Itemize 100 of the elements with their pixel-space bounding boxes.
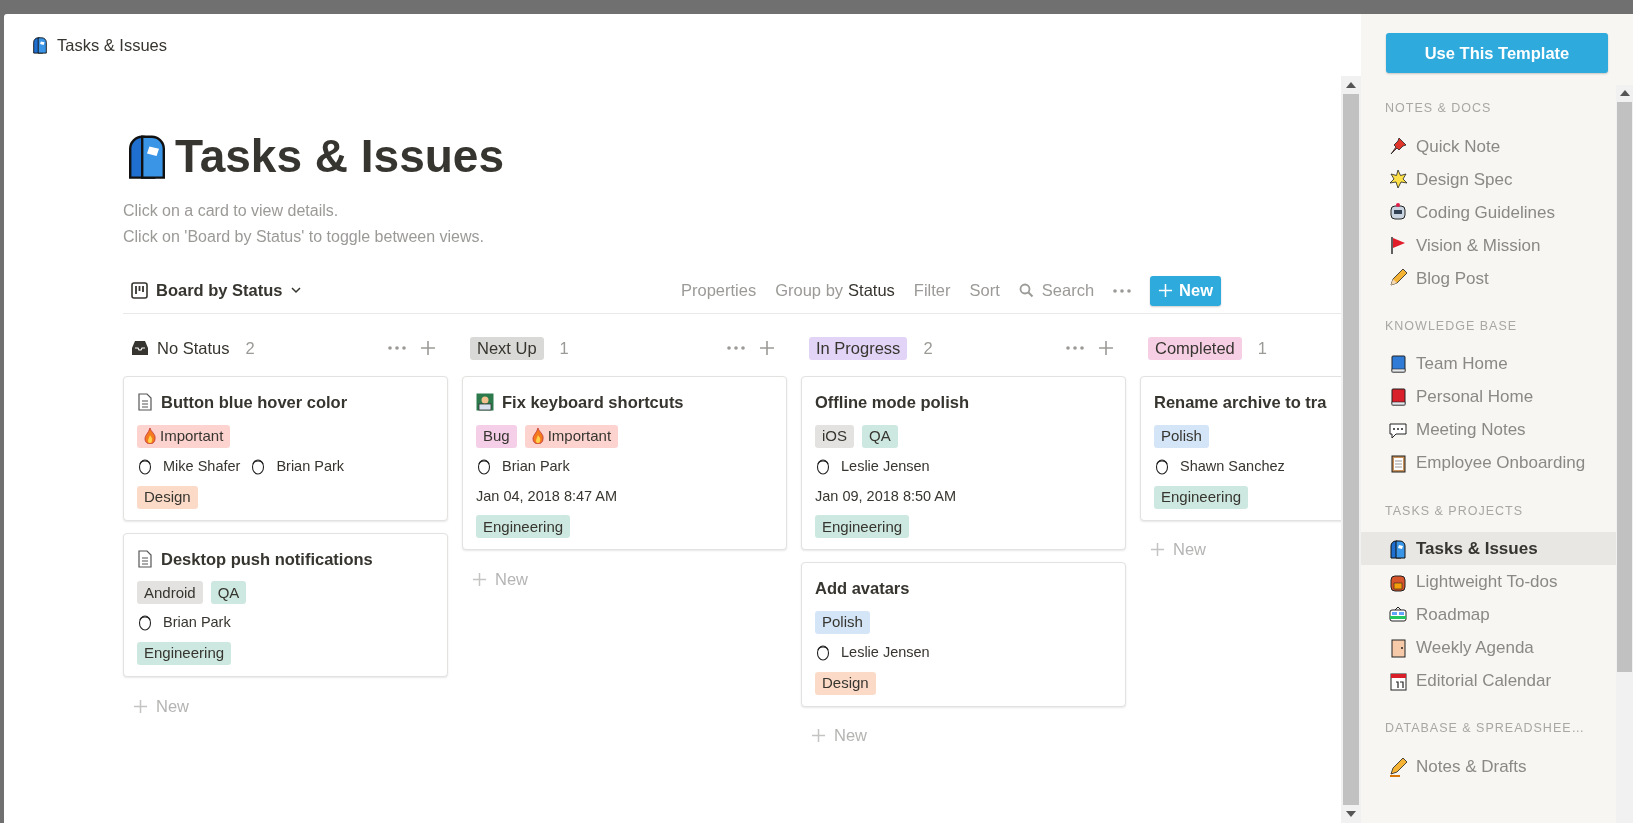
person-at-computer-icon [476,393,494,412]
new-card-button[interactable]: New [123,691,189,721]
page-title: Tasks & Issues [175,133,504,179]
new-card-button[interactable]: New [801,720,867,751]
card-title: Fix keyboard shortcuts [502,392,684,413]
sort-button[interactable]: Sort [969,278,1000,303]
avatar-icon [250,457,267,476]
sidebar-item[interactable]: Blog Post [1361,261,1616,295]
sidebar-item-label: Personal Home [1416,386,1534,409]
document-icon [137,393,153,412]
card-title: Offline mode polish [815,392,969,413]
new-card-button[interactable]: New [462,564,528,595]
sidebar-item-label: Quick Note [1416,135,1501,158]
sidebar-item[interactable]: Meeting Notes [1361,413,1616,447]
plus-icon[interactable] [472,571,487,587]
avatar-icon [815,643,831,662]
calendar-icon [1388,670,1408,691]
more-icon[interactable] [727,346,745,350]
new-button[interactable]: New [1150,275,1221,306]
view-switcher[interactable]: Board by Status [123,278,301,303]
section-heading: KNOWLEDGE BASE [1384,317,1519,335]
sidebar-item[interactable]: Employee Onboarding [1361,446,1616,480]
plus-icon[interactable] [1150,542,1165,557]
tag-label: Important [547,426,612,446]
plus-icon[interactable] [420,340,436,356]
more-icon[interactable] [388,346,406,350]
sidebar-item-label: Employee Onboarding [1416,452,1586,475]
filter-button[interactable]: Filter [913,278,951,303]
person-name: Shawn Sanchez [1180,456,1285,476]
card[interactable]: Offline mode polish iOS QA Leslie Jensen Jan 09, 2018 8:50 AM Engineering [801,376,1126,551]
sidebar-item[interactable]: Vision & Mission [1361,228,1616,262]
sidebar-item-label: Design Spec [1416,168,1513,191]
tag-label: Design [144,486,191,507]
speech-bubble-icon [1388,420,1408,440]
section-heading: NOTES & DOCS [1384,100,1493,117]
tag-label: Bug [483,426,510,446]
sidebar-item-label: Editorial Calendar [1416,670,1552,692]
column-count: 2 [245,337,255,359]
group-by-value: Status [848,280,895,302]
more-icon[interactable] [1066,346,1084,350]
tag-label: Engineering [483,516,564,537]
properties-button[interactable]: Properties [681,278,757,303]
sidebar-item-label: Lightweight To-dos [1416,571,1558,593]
sidebar-item[interactable]: Team Home [1361,347,1616,381]
card-title: Add avatars [815,578,910,600]
person-name: Brian Park [502,456,570,476]
new-card-button[interactable]: New [1140,534,1206,565]
scroll-up-icon[interactable] [1619,90,1630,96]
fire-icon [144,428,156,445]
sidebar-item[interactable]: Design Spec [1361,162,1616,196]
document-icon [137,549,153,568]
section-heading: DATABASE & SPREADSHEE… [1384,720,1587,738]
avatar-icon [137,457,153,476]
column-count: 1 [1257,337,1267,359]
plus-icon[interactable] [811,728,826,744]
sidebar-item-label: Coding Guidelines [1416,201,1555,224]
search-icon [1018,283,1034,298]
clipboard-icon [1388,453,1408,473]
card[interactable]: Rename archive to tra Polish Shawn Sanchez Engineering [1140,376,1341,521]
person-name: Brian Park [276,456,345,476]
tag-label: Engineering [1161,486,1242,507]
sidebar-item-label: Blog Post [1416,267,1489,290]
date-text: Jan 04, 2018 8:47 AM [476,486,619,506]
sidebar-item[interactable]: Quick Note [1361,129,1616,163]
status-label: In Progress [809,336,908,360]
sidebar-item-label: Notes & Drafts [1416,755,1527,778]
sidebar-item[interactable]: Personal Home [1361,380,1616,414]
sidebar-item-label: Vision & Mission [1416,234,1541,257]
search-button[interactable]: Search [1018,278,1095,303]
scrollbar[interactable] [1341,76,1361,823]
sidebar-item[interactable]: Editorial Calendar [1361,664,1616,698]
more-icon[interactable] [1113,288,1132,293]
column-count: 1 [559,337,569,359]
sidebar-item[interactable]: Weekly Agenda [1361,631,1616,665]
card[interactable]: Desktop push notifications Android QA Brian Park Engineering [123,532,448,677]
use-template-button[interactable]: Use This Template [1386,33,1608,73]
group-by-button[interactable]: Group by Status [775,278,895,303]
tag-label: Design [822,673,869,693]
column-count: 2 [923,337,933,359]
date-text: Jan 09, 2018 8:50 AM [815,486,958,506]
plus-icon[interactable] [133,698,148,714]
sidebar-item[interactable]: Roadmap [1361,598,1616,632]
card[interactable]: Button blue hover color Important Mike Shafer Brian Park Design [123,376,448,521]
card[interactable]: Fix keyboard shortcuts Bug Important Brian Park Jan 04, 2018 8:47 AM Engineering [462,376,787,551]
sidebar-item[interactable]: Coding Guidelines [1361,195,1616,229]
plus-icon[interactable] [759,340,775,356]
plus-icon[interactable] [1098,340,1114,356]
sidebar-item-label: Tasks & Issues [1416,538,1538,560]
sidebar-item[interactable]: Lightweight To-dos [1361,565,1616,599]
sidebar-item[interactable]: Tasks & Issues [1361,532,1616,566]
avatar-icon [815,457,831,476]
scrollbar[interactable] [1616,85,1633,823]
fire-icon [531,428,544,445]
card[interactable]: Add avatars Polish Leslie Jensen Design [801,562,1126,707]
pin-icon [1388,136,1408,157]
scroll-down-icon[interactable] [1346,811,1356,817]
tag-label: Polish [822,612,863,633]
tag-label: Important [160,426,224,446]
scroll-up-icon[interactable] [1346,82,1356,88]
sidebar-item[interactable]: Notes & Drafts [1361,750,1616,783]
